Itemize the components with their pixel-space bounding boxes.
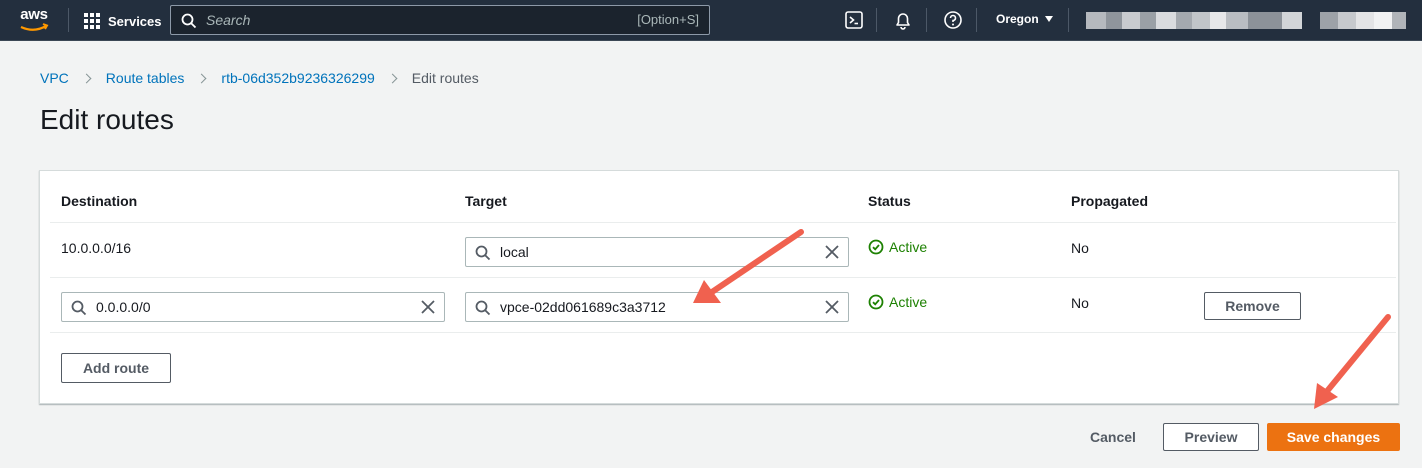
breadcrumb-route-table-id[interactable]: rtb-06d352b9236326299 — [221, 70, 374, 86]
column-header-propagated: Propagated — [1071, 193, 1149, 209]
region-selector[interactable]: Oregon — [996, 12, 1053, 26]
row-destination: 10.0.0.0/16 — [61, 240, 132, 256]
column-header-target: Target — [465, 193, 507, 209]
search-shortcut: [Option+S] — [637, 12, 699, 27]
chevron-right-icon — [387, 73, 398, 83]
destination-input[interactable]: 0.0.0.0/0 — [61, 292, 445, 322]
search-icon — [71, 300, 87, 316]
target-value: vpce-02dd061689c3a3712 — [500, 299, 666, 315]
column-header-destination: Destination — [61, 193, 138, 209]
aws-smile-icon — [20, 23, 49, 31]
cloudshell-icon[interactable] — [844, 10, 864, 30]
clear-icon[interactable] — [825, 245, 839, 259]
routes-panel: Destination Target Status Propagated 10.… — [39, 170, 1399, 404]
save-changes-button[interactable]: Save changes — [1267, 423, 1400, 451]
status-text: Active — [889, 294, 928, 310]
breadcrumb: VPC Route tables rtb-06d352b9236326299 E… — [40, 68, 479, 88]
status-badge: Active — [868, 239, 927, 255]
nav-divider — [926, 8, 927, 32]
clear-icon[interactable] — [825, 300, 839, 314]
row-divider — [50, 332, 1396, 333]
nav-divider — [68, 8, 69, 32]
caret-down-icon — [1044, 16, 1053, 22]
aws-logo[interactable]: aws — [16, 6, 52, 34]
breadcrumb-vpc[interactable]: VPC — [40, 70, 69, 86]
target-input[interactable]: vpce-02dd061689c3a3712 — [465, 292, 849, 322]
target-input[interactable]: local — [465, 237, 849, 267]
top-nav: aws Services Search [Option+S] Oregon — [0, 0, 1422, 41]
clear-icon[interactable] — [421, 300, 435, 314]
breadcrumb-route-tables[interactable]: Route tables — [106, 70, 185, 86]
row-divider — [50, 277, 1396, 278]
column-header-status: Status — [868, 193, 911, 209]
cancel-button[interactable]: Cancel — [1090, 429, 1136, 445]
region-label: Oregon — [996, 12, 1039, 26]
status-text: Active — [889, 239, 928, 255]
check-circle-icon — [868, 239, 884, 255]
global-search-input[interactable]: Search [Option+S] — [170, 5, 710, 35]
row-propagated: No — [1071, 240, 1089, 256]
nav-divider — [976, 8, 977, 32]
help-icon[interactable] — [943, 10, 963, 30]
chevron-right-icon — [196, 73, 207, 83]
search-placeholder: Search — [206, 12, 251, 28]
status-badge: Active — [868, 294, 927, 310]
target-value: local — [500, 244, 529, 260]
remove-button[interactable]: Remove — [1204, 292, 1301, 320]
nav-divider — [876, 8, 877, 32]
page-title: Edit routes — [40, 104, 174, 135]
search-icon — [181, 13, 197, 29]
services-label: Services — [108, 13, 162, 29]
destination-value: 0.0.0.0/0 — [96, 299, 151, 315]
grid-icon — [84, 13, 100, 29]
check-circle-icon — [868, 294, 884, 310]
bell-icon[interactable] — [893, 10, 913, 30]
search-icon — [475, 300, 491, 316]
nav-divider — [1068, 8, 1069, 32]
add-route-button[interactable]: Add route — [61, 353, 171, 383]
services-menu-button[interactable]: Services — [84, 11, 162, 31]
preview-button[interactable]: Preview — [1163, 423, 1259, 451]
row-propagated: No — [1071, 295, 1089, 311]
search-icon — [475, 245, 491, 261]
breadcrumb-current: Edit routes — [411, 70, 479, 86]
chevron-right-icon — [81, 73, 92, 83]
row-divider — [50, 222, 1396, 223]
